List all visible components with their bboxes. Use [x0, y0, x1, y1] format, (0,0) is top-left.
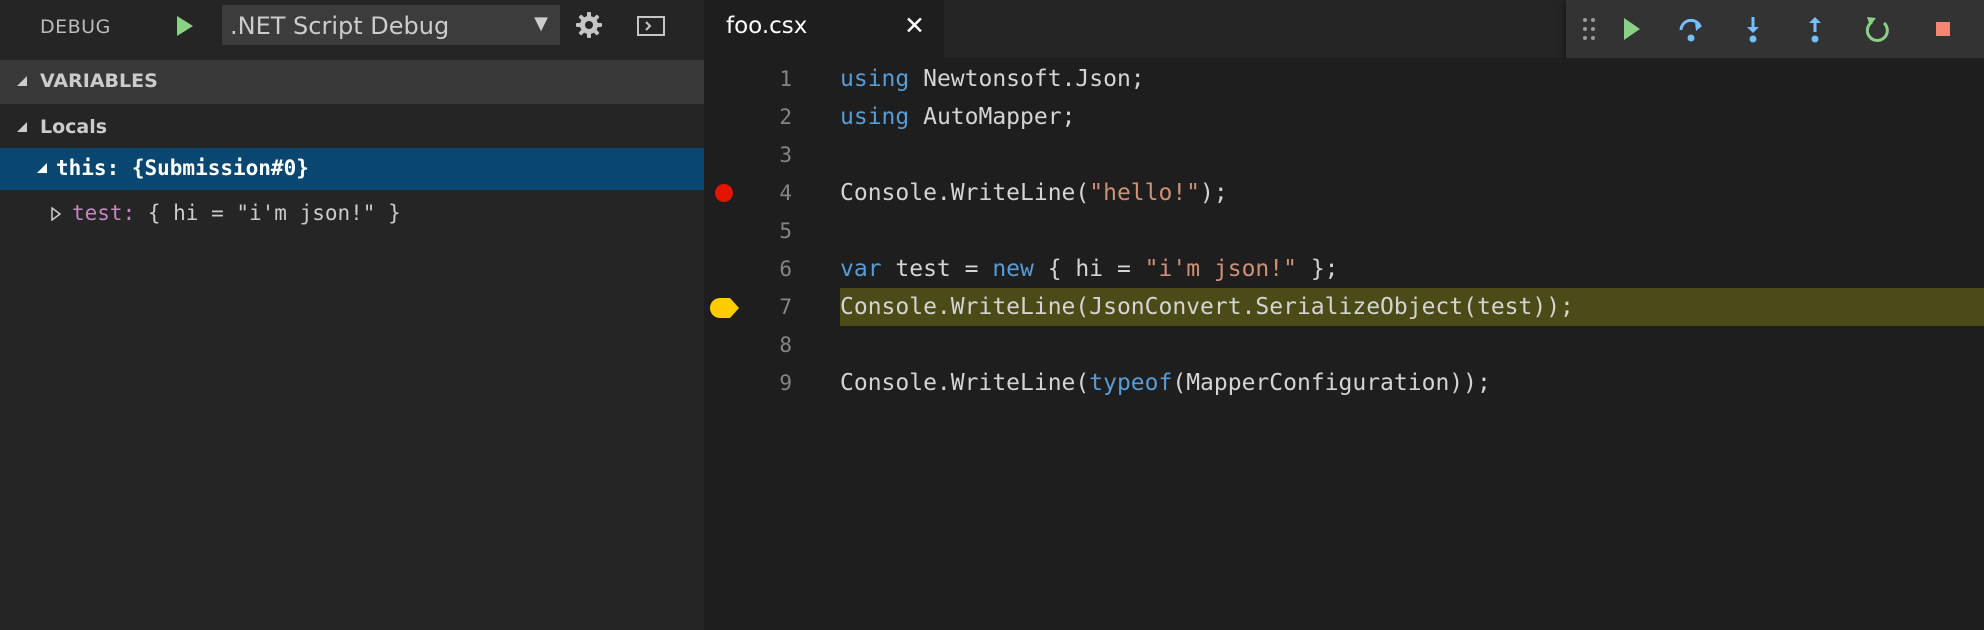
step-out-icon[interactable] [1800, 14, 1830, 44]
code-line[interactable]: 2 using AutoMapper; [704, 98, 1984, 136]
line-number: 9 [779, 371, 792, 395]
line-number: 1 [779, 67, 792, 91]
chevron-down-icon: ▼ [534, 13, 548, 34]
code-editor[interactable]: 1 using Newtonsoft.Json; 2 using AutoMapper… [704, 58, 1984, 630]
debug-title-bar: DEBUG .NET Script Debug ▼ [0, 0, 704, 58]
line-number: 5 [779, 219, 792, 243]
continue-icon[interactable] [1616, 14, 1646, 44]
code-text: using AutoMapper; [840, 104, 1076, 130]
code-text: Console.WriteLine("hello!"); [840, 180, 1228, 206]
code-line[interactable]: 9 Console.WriteLine(typeof(MapperConfigur… [704, 364, 1984, 402]
expand-triangle-icon [51, 207, 62, 221]
launch-configuration-select[interactable]: .NET Script Debug ▼ [222, 5, 560, 45]
line-number: 8 [779, 333, 792, 357]
debug-label: DEBUG [40, 16, 111, 38]
collapse-triangle-icon [17, 76, 27, 86]
variable-this[interactable]: this: {Submission#0} [0, 148, 704, 190]
line-number: 7 [779, 295, 792, 319]
variables-section-title: VARIABLES [40, 70, 158, 92]
step-over-icon[interactable] [1676, 14, 1706, 44]
code-line[interactable]: 5 [704, 212, 1984, 250]
close-icon[interactable]: ✕ [904, 11, 925, 40]
drag-handle-icon[interactable] [1580, 14, 1610, 44]
code-text: Console.WriteLine(typeof(MapperConfigura… [840, 370, 1491, 396]
gear-icon[interactable] [574, 10, 604, 40]
breakpoint-icon[interactable] [714, 183, 734, 203]
code-text: Console.WriteLine(JsonConvert.SerializeO… [840, 294, 1574, 320]
collapse-triangle-icon [37, 163, 47, 173]
start-debugging-icon[interactable] [175, 14, 195, 38]
code-line[interactable]: 8 [704, 326, 1984, 364]
scope-locals[interactable]: Locals [0, 108, 704, 148]
variable-this-text: this: {Submission#0} [56, 156, 309, 180]
code-text: using Newtonsoft.Json; [840, 66, 1145, 92]
code-line[interactable]: 4 Console.WriteLine("hello!"); [704, 174, 1984, 212]
debug-console-icon[interactable] [636, 14, 666, 38]
tab-title: foo.csx [726, 13, 808, 39]
code-line[interactable]: 6 var test = new { hi = "i'm json!" }; [704, 250, 1984, 288]
step-into-icon[interactable] [1738, 14, 1768, 44]
line-number: 4 [779, 181, 792, 205]
line-number: 3 [779, 143, 792, 167]
code-line[interactable]: 7 Console.WriteLine(JsonConvert.Serialize… [704, 288, 1984, 326]
line-number: 2 [779, 105, 792, 129]
stop-icon[interactable] [1928, 14, 1958, 44]
launch-configuration-value: .NET Script Debug [230, 12, 450, 40]
scope-label: Locals [40, 116, 108, 138]
debug-toolbar [1566, 0, 1984, 58]
variable-test-value: { hi = "i'm json!" } [135, 201, 401, 225]
code-text: var test = new { hi = "i'm json!" }; [840, 256, 1339, 282]
tab-foo-csx[interactable]: foo.csx ✕ [704, 0, 944, 58]
line-number: 6 [779, 257, 792, 281]
restart-icon[interactable] [1862, 14, 1892, 44]
variable-test[interactable]: test: { hi = "i'm json!" } [0, 194, 704, 234]
variable-test-name: test: [72, 201, 136, 225]
debug-sidebar: DEBUG .NET Script Debug ▼ VARIABLES Loca… [0, 0, 704, 630]
code-line[interactable]: 1 using Newtonsoft.Json; [704, 60, 1984, 98]
code-line[interactable]: 3 [704, 136, 1984, 174]
current-statement-breakpoint-icon[interactable] [710, 297, 740, 319]
collapse-triangle-icon [17, 122, 27, 132]
variables-section-header[interactable]: VARIABLES [0, 60, 704, 104]
